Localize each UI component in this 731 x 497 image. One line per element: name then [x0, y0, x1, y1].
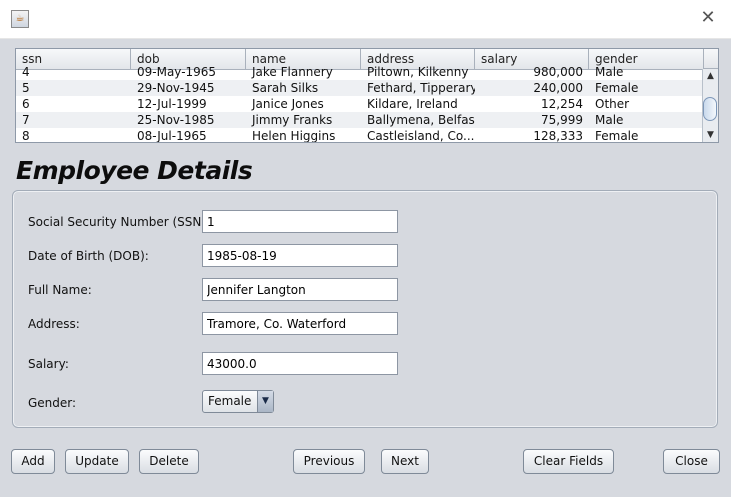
close-icon[interactable]: ✕	[699, 9, 717, 27]
full-name-label: Full Name:	[28, 283, 92, 297]
salary-field[interactable]	[202, 352, 398, 375]
cell-ssn: 5	[22, 81, 30, 95]
cell-ssn: 4	[22, 65, 30, 79]
dob-label: Date of Birth (DOB):	[28, 249, 149, 263]
cell-name: Jake Flannery	[252, 65, 333, 79]
table-vertical-scrollbar[interactable]: ▲ ▼	[702, 69, 718, 142]
table-body: 4 09-May-1965 Jake Flannery Piltown, Kil…	[16, 64, 704, 143]
employee-table: ssn dob name address salary gender 4 09-…	[15, 48, 719, 143]
table-row[interactable]: 7 25-Nov-1985 Jimmy Franks Ballymena, Be…	[16, 112, 704, 128]
table-row[interactable]: 4 09-May-1965 Jake Flannery Piltown, Kil…	[16, 64, 704, 80]
cell-ssn: 6	[22, 97, 30, 111]
table-header-corner	[703, 49, 718, 69]
gender-select[interactable]: Female ▼	[202, 390, 274, 413]
cell-salary: 240,000	[533, 81, 583, 95]
table-row[interactable]: 6 12-Jul-1999 Janice Jones Kildare, Irel…	[16, 96, 704, 112]
salary-label: Salary:	[28, 357, 69, 371]
cell-address: Fethard, Tipperary	[367, 81, 475, 95]
cell-dob: 29-Nov-1945	[137, 81, 215, 95]
cell-name: Jimmy Franks	[252, 113, 333, 127]
cell-address: Piltown, Kilkenny	[367, 65, 469, 79]
next-button[interactable]: Next	[381, 449, 429, 474]
cell-name: Helen Higgins	[252, 129, 336, 143]
cell-ssn: 8	[22, 129, 30, 143]
table-row[interactable]: 5 29-Nov-1945 Sarah Silks Fethard, Tippe…	[16, 80, 704, 96]
scroll-up-icon[interactable]: ▲	[703, 69, 718, 83]
cell-salary: 980,000	[533, 65, 583, 79]
cell-name: Sarah Silks	[252, 81, 319, 95]
cell-gender: Male	[595, 113, 624, 127]
cell-address: Kildare, Ireland	[367, 97, 458, 111]
cell-address: Castleisland, Co....	[367, 129, 475, 143]
gender-label: Gender:	[28, 396, 77, 410]
full-name-field[interactable]	[202, 278, 398, 301]
cell-salary: 75,999	[541, 113, 583, 127]
cell-salary: 128,333	[533, 129, 583, 143]
dob-field[interactable]	[202, 244, 398, 267]
close-button[interactable]: Close	[663, 449, 720, 474]
cell-gender: Female	[595, 129, 639, 143]
cell-dob: 09-May-1965	[137, 65, 217, 79]
add-button[interactable]: Add	[11, 449, 55, 474]
cell-ssn: 7	[22, 113, 30, 127]
cell-gender: Other	[595, 97, 630, 111]
scrollbar-thumb[interactable]	[703, 97, 717, 121]
address-label: Address:	[28, 317, 80, 331]
delete-button[interactable]: Delete	[139, 449, 199, 474]
ssn-field[interactable]	[202, 210, 398, 233]
cell-gender: Female	[595, 81, 639, 95]
page-title: Employee Details	[16, 156, 253, 185]
cell-address: Ballymena, Belfast	[367, 113, 475, 127]
cell-gender: Male	[595, 65, 624, 79]
cell-name: Janice Jones	[252, 97, 324, 111]
gender-selected-value: Female	[208, 394, 252, 408]
java-cup-icon: ☕	[11, 10, 29, 28]
address-field[interactable]	[202, 312, 398, 335]
cell-dob: 25-Nov-1985	[137, 113, 215, 127]
table-row[interactable]: 8 08-Jul-1965 Helen Higgins Castleisland…	[16, 128, 704, 143]
scroll-down-icon[interactable]: ▼	[703, 128, 718, 142]
ssn-label: Social Security Number (SSN):	[28, 215, 211, 229]
cell-salary: 12,254	[541, 97, 583, 111]
previous-button[interactable]: Previous	[293, 449, 365, 474]
title-bar: ☕ ✕	[0, 0, 731, 39]
clear-fields-button[interactable]: Clear Fields	[523, 449, 614, 474]
cell-dob: 12-Jul-1999	[137, 97, 207, 111]
update-button[interactable]: Update	[65, 449, 129, 474]
chevron-down-icon[interactable]: ▼	[257, 391, 273, 412]
cell-dob: 08-Jul-1965	[137, 129, 207, 143]
